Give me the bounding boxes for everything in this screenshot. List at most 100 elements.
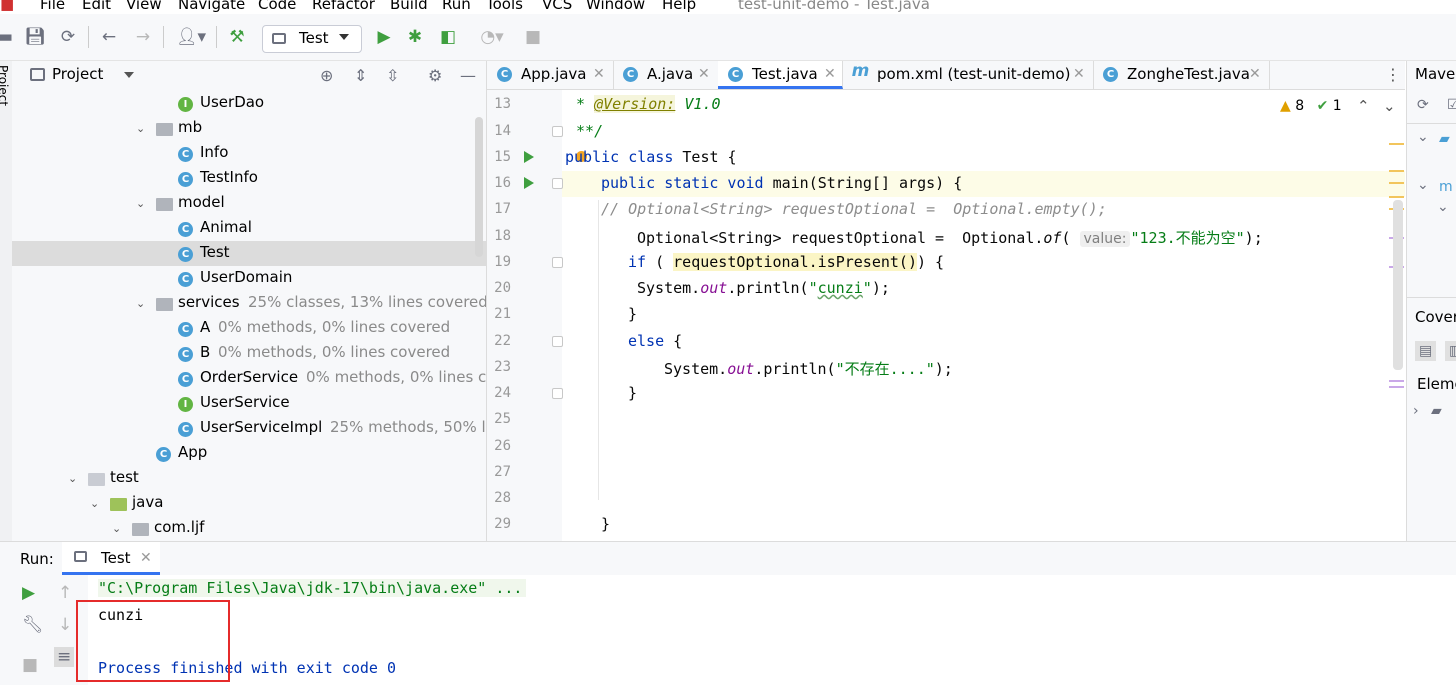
close-icon[interactable]: ✕ <box>698 66 710 82</box>
close-icon[interactable]: ✕ <box>140 550 152 566</box>
scrollbar[interactable] <box>475 117 483 257</box>
chevron-down-icon[interactable]: ⌄ <box>112 522 121 535</box>
chevron-down-icon[interactable]: ⌄ <box>136 297 145 310</box>
error-stripe-mark[interactable] <box>1389 380 1404 382</box>
chevron-down-icon[interactable]: ⌄ <box>1417 129 1429 145</box>
tree-item-services[interactable]: ⌄ services 25% classes, 13% lines covered <box>12 291 486 316</box>
back-icon[interactable]: ← <box>98 26 120 48</box>
menu-build[interactable]: Build <box>390 0 428 13</box>
next-highlight-icon[interactable]: ⌄ <box>1383 97 1396 115</box>
inspection-widget[interactable]: ▲ 8 ✔ 1 <box>1280 98 1342 114</box>
chevron-down-icon[interactable]: ⌄ <box>1417 177 1429 193</box>
expand-all-icon[interactable]: ⇕ <box>354 66 367 85</box>
scrollbar[interactable] <box>1393 200 1403 370</box>
tree-item-testinfo[interactable]: C TestInfo <box>12 166 486 191</box>
menu-code[interactable]: Code <box>258 0 296 13</box>
chevron-right-icon[interactable]: › <box>1413 403 1419 419</box>
flatten-icon[interactable]: ▤ <box>1415 341 1437 361</box>
fold-icon[interactable] <box>552 178 563 189</box>
tree-item-model[interactable]: ⌄ model <box>12 191 486 216</box>
close-icon[interactable]: ✕ <box>1073 66 1085 82</box>
build-hammer-icon[interactable]: ⚒ <box>226 26 248 48</box>
collapse-all-icon[interactable]: ⇳ <box>386 66 399 85</box>
wrench-icon[interactable]: 🔧︎ <box>22 615 44 635</box>
profile-icon[interactable]: ◔▾ <box>472 26 512 48</box>
code-editor[interactable]: 13 14 15 16 17 18 19 20 21 22 23 24 25 2… <box>487 90 1405 541</box>
previous-highlight-icon[interactable]: ⌃ <box>1357 97 1370 115</box>
tree-item-orderservice[interactable]: C OrderService 0% methods, 0% lines co <box>12 366 486 391</box>
fold-icon[interactable] <box>552 126 563 137</box>
fold-icon[interactable] <box>552 336 563 347</box>
close-icon[interactable]: ✕ <box>824 66 836 82</box>
menu-window[interactable]: Window <box>586 0 645 13</box>
menu-tools[interactable]: Tools <box>486 0 523 13</box>
tree-item-b[interactable]: C B 0% methods, 0% lines covered <box>12 341 486 366</box>
run-icon[interactable]: ▶ <box>373 26 395 48</box>
refresh-icon[interactable]: ⟳ <box>1417 97 1429 113</box>
locate-icon[interactable]: ⊕ <box>320 66 333 85</box>
run-gutter-icon[interactable] <box>524 151 534 163</box>
chevron-down-icon[interactable]: ⌄ <box>68 472 77 485</box>
tree-item-mb[interactable]: ⌄ mb <box>12 116 486 141</box>
rerun-icon[interactable]: ▶ <box>22 583 35 603</box>
error-stripe-mark[interactable] <box>1389 170 1404 172</box>
minimize-icon[interactable]: — <box>460 66 476 85</box>
run-gutter-icon[interactable] <box>524 177 534 189</box>
chevron-down-icon[interactable]: ⌄ <box>136 197 145 210</box>
menu-navigate[interactable]: Navigate <box>178 0 245 13</box>
tab-a-java[interactable]: C A.java ✕ <box>613 61 719 89</box>
error-stripe-mark[interactable] <box>1389 143 1404 145</box>
menu-help[interactable]: Help <box>662 0 696 13</box>
forward-icon[interactable]: → <box>132 26 154 48</box>
tree-item-java[interactable]: ⌄ java <box>12 491 486 516</box>
sync-icon[interactable]: ⟳ <box>57 26 79 48</box>
save-icon[interactable]: 💾︎ <box>24 26 46 48</box>
tree-item-userdomain[interactable]: C UserDomain <box>12 266 486 291</box>
tree-item-userdao[interactable]: I UserDao <box>12 91 486 116</box>
run-tab-test[interactable]: Test ✕ <box>62 542 160 575</box>
down-arrow-icon[interactable]: ↓ <box>58 615 72 635</box>
error-stripe-mark[interactable] <box>1389 386 1404 388</box>
menu-file[interactable]: File <box>40 0 65 13</box>
tree-item-a[interactable]: C A 0% methods, 0% lines covered <box>12 316 486 341</box>
tree-item-animal[interactable]: C Animal <box>12 216 486 241</box>
menu-run[interactable]: Run <box>442 0 471 13</box>
debug-icon[interactable]: ✱ <box>404 26 426 48</box>
menu-view[interactable]: View <box>126 0 162 13</box>
console-output[interactable]: "C:\Program Files\Java\jdk-17\bin\java.e… <box>88 575 1456 685</box>
tree-item-test[interactable]: C Test <box>12 241 486 266</box>
close-icon[interactable]: ✕ <box>1249 66 1261 82</box>
fold-icon[interactable] <box>552 388 563 399</box>
coverage-title[interactable]: Cover <box>1415 308 1456 326</box>
gear-icon[interactable]: ⚙ <box>428 66 442 85</box>
menu-vcs[interactable]: VCS <box>542 0 572 13</box>
chevron-down-icon[interactable]: ⌄ <box>90 497 99 510</box>
menu-edit[interactable]: Edit <box>82 0 111 13</box>
maven-title[interactable]: Maven <box>1415 65 1456 83</box>
more-tabs-icon[interactable]: ⋮ <box>1385 65 1401 84</box>
project-panel-title[interactable]: Project <box>52 65 103 83</box>
tree-item-com-ljf[interactable]: ⌄ com.ljf <box>12 516 486 541</box>
up-arrow-icon[interactable]: ↑ <box>58 583 72 603</box>
stop-icon[interactable]: ■ <box>522 26 544 48</box>
fold-icon[interactable] <box>552 257 563 268</box>
tree-item-app[interactable]: C App <box>12 441 486 466</box>
chevron-down-icon[interactable]: ⌄ <box>1437 199 1449 215</box>
error-stripe-mark[interactable] <box>1389 196 1404 198</box>
tree-item-test[interactable]: ⌄ test <box>12 466 486 491</box>
tab-zonghetest-java[interactable]: C ZongheTest.java ✕ <box>1093 61 1270 89</box>
coverage-run-icon[interactable]: ◧ <box>437 26 459 48</box>
tree-item-info[interactable]: C Info <box>12 141 486 166</box>
soft-wrap-icon[interactable]: ≡ <box>54 647 75 667</box>
stop-icon[interactable]: ■ <box>22 655 38 675</box>
folder-icon[interactable]: ▬ <box>0 26 16 48</box>
tab-pom-xml[interactable]: m pom.xml (test-unit-demo) ✕ <box>843 61 1094 89</box>
tab-app-java[interactable]: C App.java ✕ <box>487 61 614 89</box>
menu-refactor[interactable]: Refactor <box>312 0 375 13</box>
add-icon[interactable]: ☑ <box>1447 97 1456 113</box>
close-icon[interactable]: ✕ <box>593 66 605 82</box>
tab-test-java[interactable]: C Test.java ✕ <box>718 61 843 89</box>
tree-item-userserviceimpl[interactable]: C UserServiceImpl 25% methods, 50% lin <box>12 416 486 441</box>
user-dropdown-icon[interactable]: 👤︎▾ <box>174 26 208 48</box>
tree-item-userservice[interactable]: I UserService <box>12 391 486 416</box>
